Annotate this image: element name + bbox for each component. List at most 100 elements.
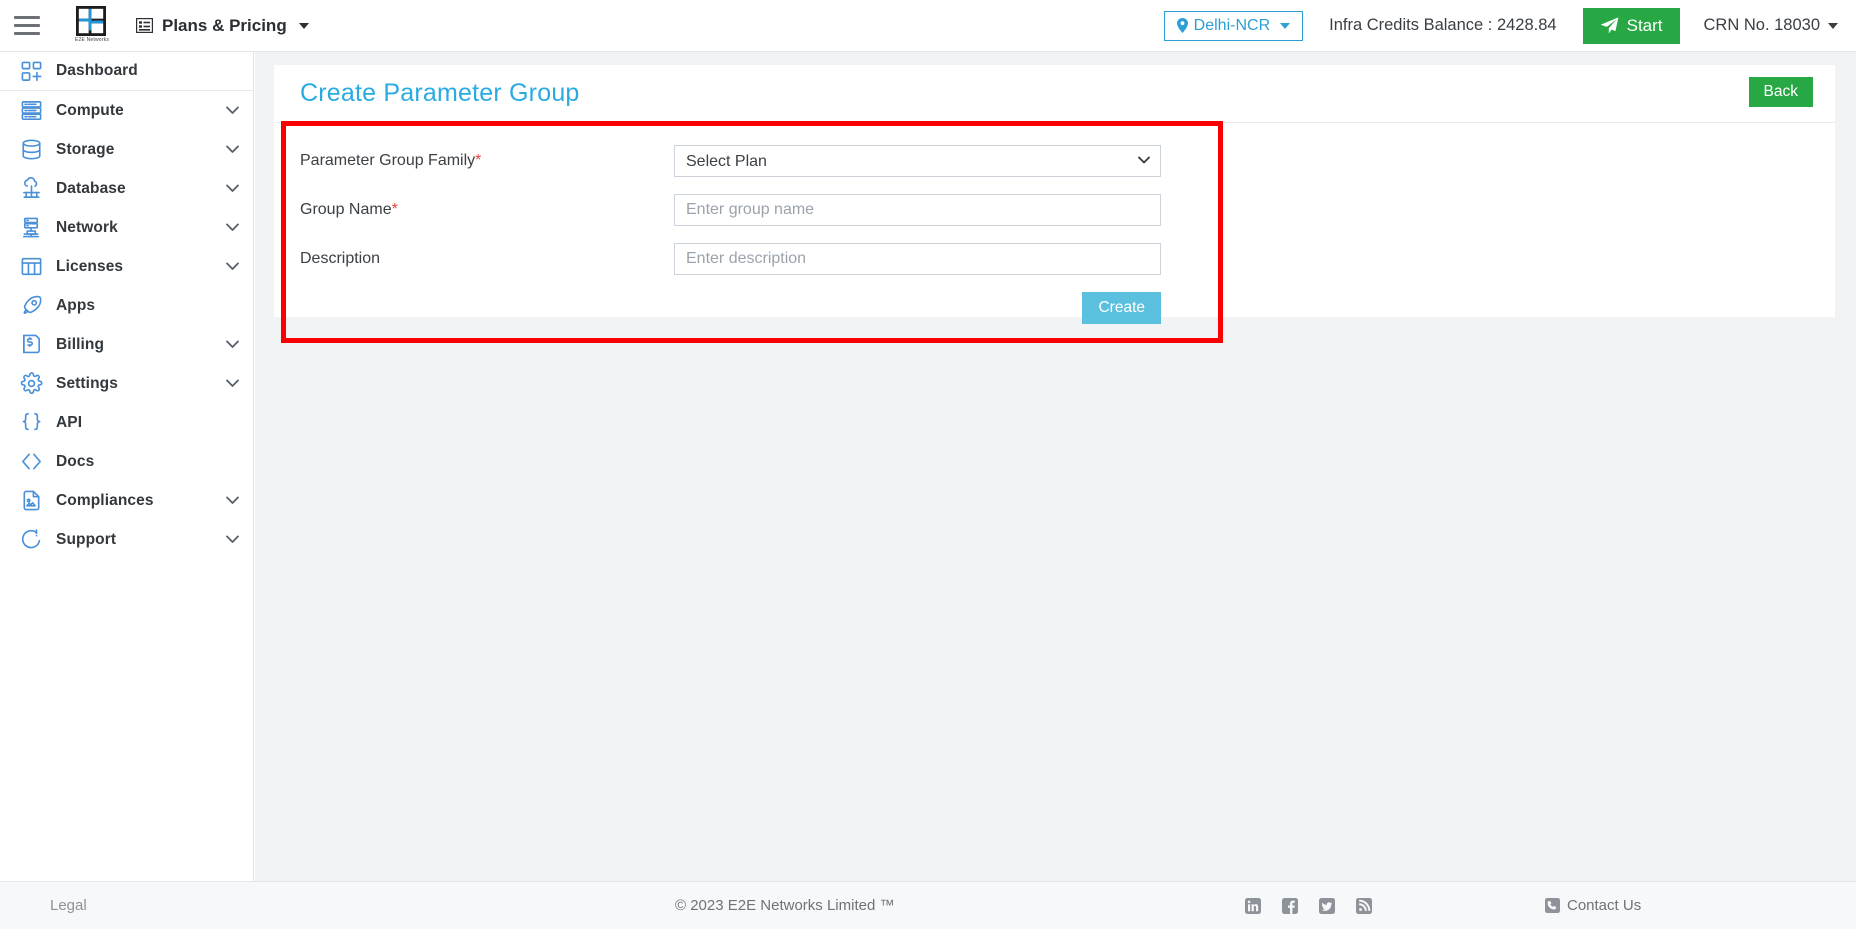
plans-and-pricing-menu[interactable]: Plans & Pricing	[136, 16, 309, 36]
form-row-description: Description	[274, 243, 1835, 275]
group-name-field	[674, 194, 1161, 226]
group-name-label-text: Group Name	[300, 201, 392, 218]
chevron-down-icon[interactable]	[225, 143, 239, 157]
parameter-group-family-field: Select Plan	[674, 145, 1161, 177]
logo-wordmark: E2E Networks	[74, 36, 110, 43]
sidebar-item-licenses[interactable]: Licenses	[0, 247, 253, 286]
chevron-down-icon[interactable]	[225, 377, 239, 391]
sidebar-item-label: Compliances	[56, 491, 154, 509]
code-icon	[18, 450, 44, 474]
start-button[interactable]: Start	[1582, 7, 1680, 44]
parameter-group-family-label-text: Parameter Group Family	[300, 152, 476, 169]
sidebar-item-label: Dashboard	[56, 62, 138, 79]
crn-account-menu[interactable]: CRN No. 18030	[1704, 16, 1838, 35]
crn-label: CRN No. 18030	[1703, 16, 1820, 34]
chevron-down-icon[interactable]	[225, 104, 239, 118]
start-label: Start	[1626, 15, 1663, 35]
sidebar-item-label: Storage	[56, 140, 115, 158]
linkedin-icon[interactable]	[1245, 897, 1261, 914]
copyright-text: © 2023 E2E Networks Limited ™	[675, 897, 895, 914]
contact-us-label: Contact Us	[1567, 897, 1642, 914]
chevron-down-icon	[298, 22, 309, 29]
document-icon	[18, 489, 44, 513]
group-name-input[interactable]	[674, 194, 1161, 226]
region-selector[interactable]: Delhi-NCR	[1163, 10, 1304, 41]
back-button[interactable]: Back	[1748, 77, 1813, 107]
required-asterisk: *	[475, 152, 482, 169]
sidebar-item-label: Billing	[56, 335, 105, 353]
paper-plane-icon	[1600, 17, 1618, 34]
sidebar-item-label: Licenses	[56, 257, 124, 275]
plans-and-pricing-label: Plans & Pricing	[162, 15, 287, 35]
social-links	[1245, 897, 1372, 914]
twitter-icon[interactable]	[1319, 897, 1335, 914]
chevron-down-icon[interactable]	[225, 533, 239, 547]
description-input[interactable]	[674, 243, 1161, 275]
network-icon	[18, 216, 44, 240]
database-icon	[18, 138, 44, 162]
sidebar-item-apps[interactable]: Apps	[0, 286, 253, 325]
sidebar-item-docs[interactable]: Docs	[0, 442, 253, 481]
sidebar-item-billing[interactable]: Billing	[0, 325, 253, 364]
support-icon	[18, 528, 44, 552]
gear-icon	[18, 372, 44, 396]
parameter-group-family-select[interactable]: Select Plan	[674, 145, 1161, 177]
sidebar-item-label: Database	[56, 179, 126, 197]
chevron-down-icon[interactable]	[225, 221, 239, 235]
sidebar-item-label: API	[56, 413, 83, 431]
cloud-db-icon	[18, 177, 44, 201]
rocket-icon	[18, 294, 44, 318]
form-row-group-name: Group Name*	[274, 194, 1835, 226]
sidebar-item-label: Network	[56, 218, 118, 236]
form-row-parameter-group-family: Parameter Group Family* Select Plan	[274, 145, 1835, 177]
card-header: Create Parameter Group Back	[274, 65, 1835, 123]
parameter-group-family-label: Parameter Group Family*	[274, 152, 674, 170]
braces-icon	[18, 411, 44, 435]
location-pin-icon	[1176, 18, 1188, 33]
main-content: Create Parameter Group Back Parameter Gr…	[255, 52, 1856, 881]
rss-icon[interactable]	[1356, 897, 1372, 914]
sidebar-navigation: Dashboard Compute Storage Database Network Li…	[0, 52, 254, 881]
sidebar-item-api[interactable]: API	[0, 403, 253, 442]
facebook-icon[interactable]	[1282, 897, 1298, 914]
sidebar-item-label: Compute	[56, 101, 124, 119]
create-button[interactable]: Create	[1082, 292, 1161, 324]
chevron-down-icon	[1828, 22, 1838, 29]
parameter-group-form: Parameter Group Family* Select Plan Grou…	[274, 123, 1835, 324]
chevron-down-icon[interactable]	[225, 260, 239, 274]
phone-icon	[1545, 898, 1560, 913]
sidebar-item-dashboard[interactable]: Dashboard	[0, 52, 253, 91]
hamburger-bar	[14, 32, 40, 35]
group-name-label: Group Name*	[274, 201, 674, 219]
sidebar-item-label: Apps	[56, 296, 96, 314]
sidebar-item-storage[interactable]: Storage	[0, 130, 253, 169]
top-bar-right-group: Delhi-NCR Infra Credits Balance : 2428.8…	[1163, 0, 1856, 51]
server-icon	[18, 99, 44, 123]
create-parameter-group-card: Create Parameter Group Back Parameter Gr…	[274, 65, 1835, 324]
required-asterisk: *	[391, 201, 398, 218]
dashboard-icon	[18, 59, 44, 83]
sidebar-item-compliances[interactable]: Compliances	[0, 481, 253, 520]
sidebar-item-compute[interactable]: Compute	[0, 91, 253, 130]
form-actions: Create	[274, 292, 1835, 324]
list-icon	[136, 18, 153, 33]
chevron-down-icon[interactable]	[225, 182, 239, 196]
hamburger-menu-icon[interactable]	[14, 16, 60, 35]
sidebar-item-database[interactable]: Database	[0, 169, 253, 208]
description-field	[674, 243, 1161, 275]
contact-us-link[interactable]: Contact Us	[1545, 897, 1641, 914]
chevron-down-icon[interactable]	[225, 494, 239, 508]
sidebar-item-settings[interactable]: Settings	[0, 364, 253, 403]
e2e-networks-logo[interactable]: E2E Networks	[68, 4, 114, 48]
description-label: Description	[300, 250, 381, 267]
sidebar-item-support[interactable]: Support	[0, 520, 253, 559]
region-label: Delhi-NCR	[1193, 16, 1271, 34]
chevron-down-icon[interactable]	[225, 338, 239, 352]
licenses-icon	[18, 255, 44, 279]
sidebar-item-label: Settings	[56, 374, 118, 392]
sidebar-item-label: Docs	[56, 452, 95, 470]
legal-link[interactable]: Legal	[50, 897, 87, 914]
top-bar: E2E Networks Plans & Pricing Delhi-NCR I…	[0, 0, 1856, 52]
invoice-icon	[18, 333, 44, 357]
sidebar-item-network[interactable]: Network	[0, 208, 253, 247]
